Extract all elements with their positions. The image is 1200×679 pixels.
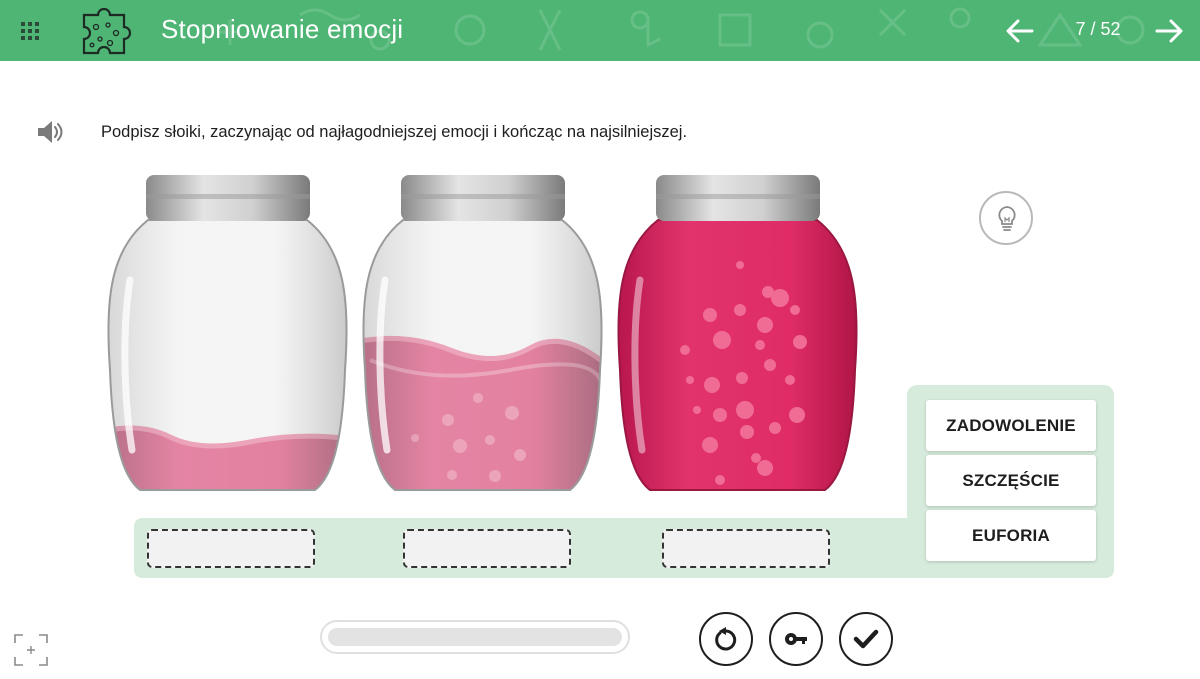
fullscreen-icon[interactable] bbox=[14, 634, 48, 666]
progress-track bbox=[328, 628, 622, 646]
page-counter: 7 / 52 bbox=[1075, 19, 1121, 39]
arrow-right-icon[interactable] bbox=[1153, 16, 1185, 46]
page-title: Stopniowanie emocji bbox=[161, 14, 404, 44]
arrow-left-icon[interactable] bbox=[1004, 16, 1036, 46]
drop-slot-1[interactable] bbox=[147, 529, 315, 568]
speaker-icon[interactable] bbox=[36, 119, 64, 145]
word-card-szczescie[interactable]: SZCZĘŚCIE bbox=[926, 455, 1096, 506]
key-icon bbox=[785, 633, 807, 645]
drop-slot-2[interactable] bbox=[403, 529, 571, 568]
word-card-euforia[interactable]: EUFORIA bbox=[926, 510, 1096, 561]
progress-bar bbox=[320, 620, 630, 654]
top-bar: Stopniowanie emocji 7 / 52 bbox=[0, 0, 1200, 61]
restart-icon bbox=[715, 627, 737, 651]
check-icon bbox=[853, 629, 879, 649]
restart-button[interactable] bbox=[699, 612, 753, 666]
jar-1 bbox=[107, 175, 348, 491]
jar-3 bbox=[617, 175, 858, 491]
lightbulb-icon bbox=[998, 206, 1016, 231]
instruction-text: Podpisz słoiki, zaczynając od najłagodni… bbox=[101, 123, 688, 141]
puzzle-icon bbox=[82, 7, 132, 55]
jars-illustration bbox=[107, 175, 858, 491]
show-answer-button[interactable] bbox=[769, 612, 823, 666]
check-button[interactable] bbox=[839, 612, 893, 666]
drop-slot-3[interactable] bbox=[662, 529, 830, 568]
word-card-zadowolenie[interactable]: ZADOWOLENIE bbox=[926, 400, 1096, 451]
grid-menu-icon[interactable] bbox=[20, 21, 40, 41]
hint-button[interactable] bbox=[979, 191, 1033, 245]
jar-2 bbox=[362, 175, 603, 491]
